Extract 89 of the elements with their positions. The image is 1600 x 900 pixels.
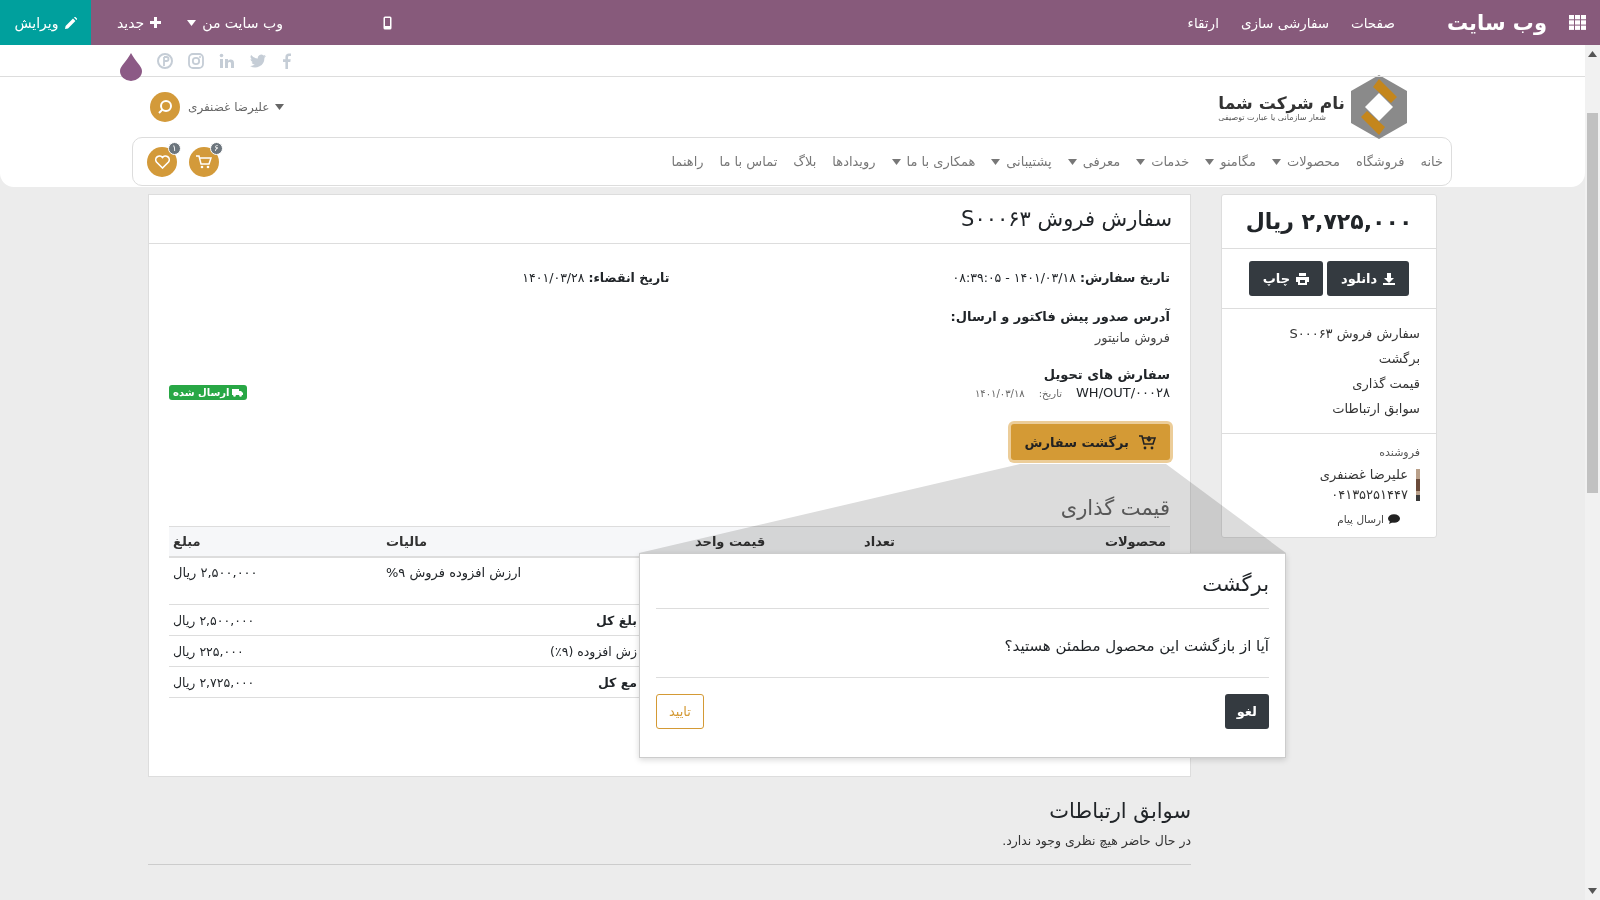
column-header: مالیات bbox=[385, 534, 429, 549]
table-cell-text: ارزش افزوده فروش ۹% bbox=[385, 565, 523, 583]
field-label: تاریخ سفارش: bbox=[1079, 270, 1170, 285]
download-icon bbox=[1383, 272, 1396, 285]
nav-item[interactable]: راهنما bbox=[671, 154, 704, 169]
status-badge: ارسال شده bbox=[169, 385, 248, 400]
user-menu[interactable]: علیرضا غضنفری bbox=[188, 100, 285, 114]
printer-icon bbox=[1296, 272, 1310, 285]
app-title: وب سایت bbox=[1446, 10, 1547, 35]
wishlist-button[interactable] bbox=[147, 146, 177, 177]
dialog-title: برگشت bbox=[656, 554, 1269, 609]
plus-icon bbox=[150, 17, 162, 28]
delivery-date: ۱۴۰۱/۰۳/۱۸ bbox=[975, 388, 1025, 399]
nav-item[interactable]: بلاگ bbox=[793, 154, 817, 169]
nav-item[interactable]: محصولات bbox=[1271, 154, 1340, 169]
search-button[interactable] bbox=[150, 92, 180, 122]
salesperson-phone: ۰۴۱۳۵۲۵۱۴۴۷ bbox=[1330, 486, 1408, 504]
scrollbar[interactable] bbox=[1585, 45, 1600, 900]
total-amount: ۲۲۵,۰۰۰ ریال bbox=[172, 643, 245, 659]
section-heading: قیمت گذاری bbox=[1059, 496, 1170, 520]
top-menu-item[interactable]: صفحات bbox=[1351, 14, 1395, 31]
apps-grid-icon[interactable] bbox=[1569, 15, 1586, 30]
cancel-button[interactable]: لغو bbox=[1224, 694, 1269, 729]
total-amount: ۲,۵۰۰,۰۰۰ ریال bbox=[172, 612, 256, 628]
total-label: زش افزوده (۹٪) bbox=[549, 643, 638, 659]
nav-item[interactable]: خدمات bbox=[1136, 154, 1190, 169]
search-icon bbox=[157, 99, 173, 115]
field-label: تاریخ انقضاء: bbox=[588, 270, 670, 285]
table-cell-text: ۲,۵۰۰,۰۰۰ ریال bbox=[172, 565, 259, 582]
mobile-icon[interactable] bbox=[382, 15, 392, 30]
empty-message: در حال حاضر هیچ نظری وجود ندارد. bbox=[1002, 833, 1191, 848]
field-label: تاریخ: bbox=[1038, 388, 1062, 399]
section-link[interactable]: قیمت گذاری bbox=[1238, 371, 1420, 396]
nav-item[interactable]: همکاری با ما bbox=[891, 154, 976, 169]
column-header: قیمت واحد bbox=[694, 534, 767, 549]
order-total: ۲,۷۲۵,۰۰۰ ریال bbox=[1222, 195, 1436, 249]
cart-icon bbox=[1139, 434, 1156, 450]
top-menu-item[interactable]: سفارشی سازی bbox=[1240, 14, 1330, 31]
dialog-message: آیا از بازگشت این محصول مطمئن هستید؟ bbox=[656, 609, 1269, 678]
nav-item[interactable]: مگامنو bbox=[1205, 154, 1256, 169]
column-header: محصولات bbox=[1103, 534, 1167, 549]
chat-icon bbox=[1388, 514, 1400, 524]
edit-button[interactable]: ویرایش bbox=[0, 0, 91, 45]
total-label: مع کل bbox=[596, 674, 638, 690]
cart-button[interactable] bbox=[189, 146, 219, 177]
total-amount: ۲,۷۲۵,۰۰۰ ریال bbox=[172, 674, 256, 690]
order-title: سفارش فروش S۰۰۰۶۳ bbox=[149, 195, 1190, 244]
heart-icon bbox=[154, 154, 170, 169]
caret-icon bbox=[275, 104, 285, 110]
scroll-up-icon[interactable] bbox=[1588, 51, 1597, 57]
section-link[interactable]: برگشت bbox=[1238, 346, 1420, 371]
delivery-link[interactable]: WH/OUT/۰۰۰۲۸ bbox=[1076, 385, 1170, 400]
section-label: سفارش های تحویل bbox=[1042, 367, 1170, 382]
nav-item[interactable]: معرفی bbox=[1067, 154, 1121, 169]
cart-count: ۶ bbox=[210, 141, 223, 155]
order-date: ۱۴۰۱/۰۳/۱۸ - ۰۸:۳۹:۰۵ bbox=[952, 270, 1076, 285]
send-message-link[interactable]: ارسال پیام bbox=[1238, 513, 1400, 525]
website-menu[interactable]: وب سایت من bbox=[187, 14, 283, 31]
caret-icon bbox=[187, 19, 197, 26]
column-header: مبلغ bbox=[172, 534, 202, 549]
total-label: بلغ کل bbox=[594, 612, 638, 628]
salesperson-name: علیرضا غضنفری bbox=[1319, 466, 1408, 485]
company-name: نام شرکت شما bbox=[1218, 92, 1345, 113]
download-button[interactable]: دانلود bbox=[1327, 261, 1410, 296]
column-header: تعداد bbox=[863, 534, 896, 549]
new-button[interactable]: جدید bbox=[117, 14, 162, 31]
top-menu-item[interactable]: ارتقاء bbox=[1187, 14, 1219, 31]
truck-icon bbox=[232, 388, 244, 397]
nav-item[interactable]: خانه bbox=[1420, 154, 1443, 169]
nav-item[interactable]: رویدادها bbox=[832, 154, 876, 169]
company-slogan: شعار سازمانی یا عبارت توصیفی bbox=[1218, 112, 1326, 122]
return-order-button[interactable]: برگشت سفارش bbox=[1010, 424, 1170, 460]
field-label: آدرس صدور پیش فاکتور و ارسال: bbox=[949, 309, 1170, 324]
cart-icon bbox=[196, 154, 212, 169]
wishlist-count: ۱ bbox=[168, 141, 181, 155]
print-button[interactable]: چاپ bbox=[1248, 261, 1324, 296]
section-heading: سوابق ارتباطات bbox=[1048, 799, 1191, 823]
logo-icon bbox=[1351, 75, 1407, 139]
salesperson-label: فروشنده bbox=[1378, 446, 1420, 459]
drop-icon[interactable] bbox=[120, 52, 142, 81]
nav-item[interactable]: پشتیبانی bbox=[991, 154, 1052, 169]
address-value: فروش مانیتور bbox=[1093, 330, 1170, 345]
section-link[interactable]: سفارش فروش S۰۰۰۶۳ bbox=[1238, 321, 1420, 346]
pencil-icon bbox=[64, 16, 77, 29]
nav-item[interactable]: فروشگاه bbox=[1355, 154, 1405, 169]
section-link[interactable]: سوابق ارتباطات bbox=[1238, 396, 1420, 421]
nav-item[interactable]: تماس با ما bbox=[719, 154, 778, 169]
expiry-date: ۱۴۰۱/۰۳/۲۸ bbox=[522, 270, 585, 285]
scroll-down-icon[interactable] bbox=[1588, 888, 1597, 894]
